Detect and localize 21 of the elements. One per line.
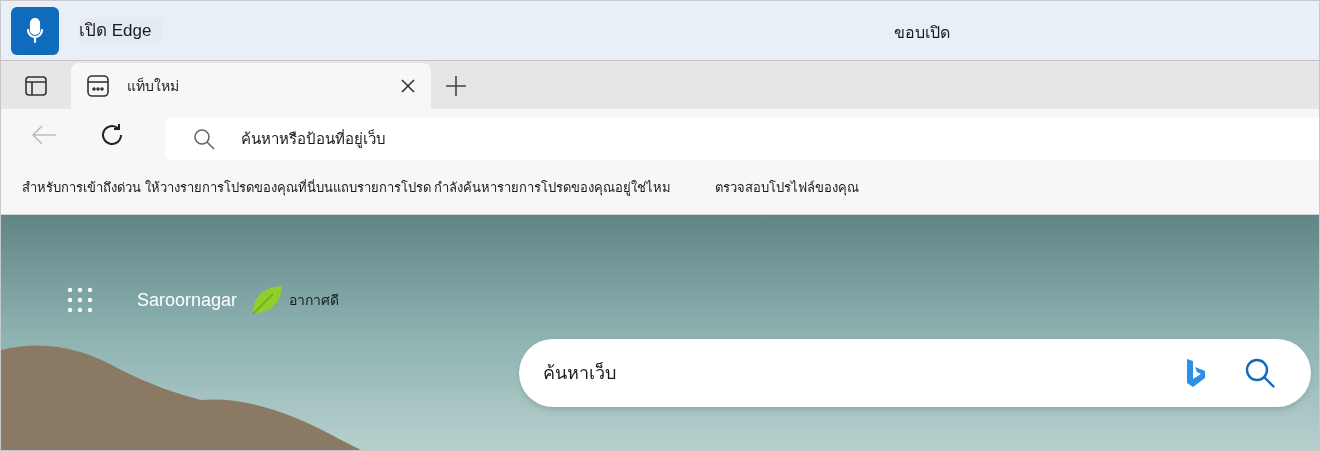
- new-tab-page-icon: [87, 75, 109, 97]
- bing-logo-icon[interactable]: [1185, 358, 1207, 388]
- microphone-icon: [26, 17, 44, 44]
- browser-tab[interactable]: แท็บใหม่: [71, 63, 431, 109]
- refresh-icon[interactable]: [99, 122, 125, 148]
- microphone-button[interactable]: [11, 6, 59, 55]
- tab-title: แท็บใหม่: [127, 76, 179, 96]
- leaf-icon: [251, 285, 284, 315]
- voice-command-text: เปิด Edge: [79, 17, 164, 44]
- web-search-input-field[interactable]: ค้นหาเว็บ: [519, 339, 1311, 407]
- plus-icon[interactable]: [445, 75, 467, 97]
- check-profile-link[interactable]: ตรวจสอบโปรไฟล์ของคุณ: [715, 177, 860, 198]
- close-icon[interactable]: [401, 79, 415, 93]
- voice-status-text: ขอบเปิด: [894, 23, 950, 43]
- address-input-field[interactable]: ค้นหาหรือป้อนที่อยู่เว็บ: [165, 117, 1319, 160]
- app-launcher-icon[interactable]: [67, 287, 93, 313]
- location-text: Saroornagar: [137, 288, 238, 312]
- air-quality-text: อากาศดี: [289, 290, 340, 310]
- search-icon: [193, 128, 215, 150]
- search-icon[interactable]: [1245, 358, 1275, 388]
- favorites-bar-message: สำหรับการเข้าถึงด่วน ให้วางรายการโปรดของคุณที่นี่บนแถบรายการโปรด กำลังค้นหารายการโปรดของคุณอยู่ใช่ไหม: [22, 178, 672, 198]
